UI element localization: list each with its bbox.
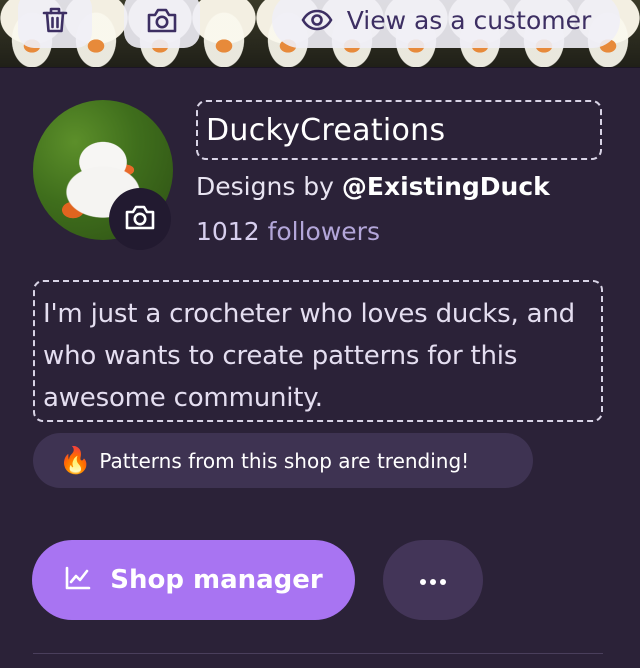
change-banner-button[interactable] — [124, 0, 200, 48]
eye-icon — [301, 9, 333, 31]
shop-manager-label: Shop manager — [110, 565, 323, 595]
shop-manager-button[interactable]: Shop manager — [32, 540, 355, 620]
camera-icon — [124, 203, 156, 235]
designs-by-prefix: Designs by — [196, 172, 342, 201]
trending-badge: 🔥 Patterns from this shop are trending! — [33, 433, 533, 488]
delete-banner-button[interactable] — [18, 0, 92, 48]
trash-icon — [41, 5, 69, 35]
followers-number: 1012 — [196, 217, 260, 246]
more-options-button[interactable] — [383, 540, 483, 620]
shop-bio: I'm just a crocheter who loves ducks, an… — [43, 299, 575, 413]
chart-icon — [64, 565, 92, 595]
trending-text: Patterns from this shop are trending! — [99, 448, 470, 473]
shop-name: DuckyCreations — [206, 113, 446, 148]
followers-label: followers — [259, 217, 380, 246]
designer-handle-link[interactable]: @ExistingDuck — [342, 172, 550, 201]
camera-icon — [146, 6, 178, 34]
designs-by-line: Designs by @ExistingDuck — [196, 172, 550, 201]
more-horizontal-icon — [419, 571, 447, 590]
change-avatar-button[interactable] — [109, 188, 171, 250]
view-as-customer-label: View as a customer — [346, 5, 592, 35]
fire-icon: 🔥 — [59, 445, 92, 476]
view-as-customer-button[interactable]: View as a customer — [272, 0, 620, 48]
followers-count[interactable]: 1012 followers — [196, 217, 380, 246]
section-divider — [33, 653, 603, 654]
banner-divider — [0, 67, 640, 68]
